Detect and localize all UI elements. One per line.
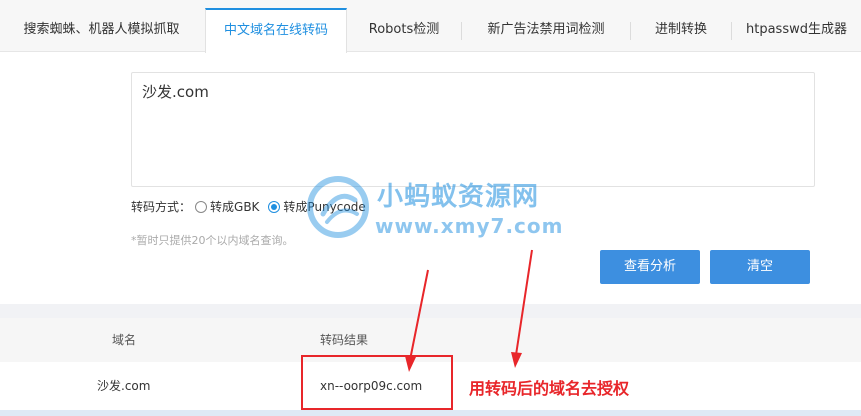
ant-logo-icon [307, 176, 369, 238]
tab-base-convert[interactable]: 进制转换 [631, 8, 731, 52]
watermark-url: www.xmy7.com [375, 214, 564, 238]
tab-robots-check[interactable]: Robots检测 [347, 8, 461, 52]
query-limit-note: *暂时只提供20个以内域名查询。 [131, 234, 294, 247]
tab-ad-law-check[interactable]: 新广告法禁用词检测 [462, 8, 630, 52]
radio-gbk[interactable] [195, 201, 208, 213]
cell-domain: 沙发.com [97, 379, 151, 393]
section-gap [0, 304, 861, 318]
tab-chinese-domain-convert[interactable]: 中文域名在线转码 [205, 8, 347, 53]
table-bottom-border [0, 410, 861, 416]
annotation-text: 用转码后的域名去授权 [469, 379, 630, 398]
radio-punycode[interactable] [268, 201, 281, 213]
tab-bar: 搜索蜘蛛、机器人模拟抓取 中文域名在线转码 Robots检测 新广告法禁用词检测… [0, 0, 861, 53]
tab-htpasswd-generator[interactable]: htpasswd生成器 [732, 8, 861, 52]
result-highlight-box [301, 355, 453, 410]
clear-button[interactable]: 清空 [710, 250, 810, 284]
option-gbk[interactable]: 转成GBK [195, 198, 259, 216]
header-domain: 域名 [112, 333, 137, 347]
watermark-title: 小蚂蚁资源网 [377, 182, 540, 212]
convert-mode-label: 转码方式： [131, 200, 192, 214]
watermark: 小蚂蚁资源网 www.xmy7.com [305, 170, 565, 250]
tab-spider-simulate[interactable]: 搜索蜘蛛、机器人模拟抓取 [0, 8, 203, 52]
option-gbk-label: 转成GBK [210, 200, 260, 214]
analyze-button[interactable]: 查看分析 [600, 250, 700, 284]
